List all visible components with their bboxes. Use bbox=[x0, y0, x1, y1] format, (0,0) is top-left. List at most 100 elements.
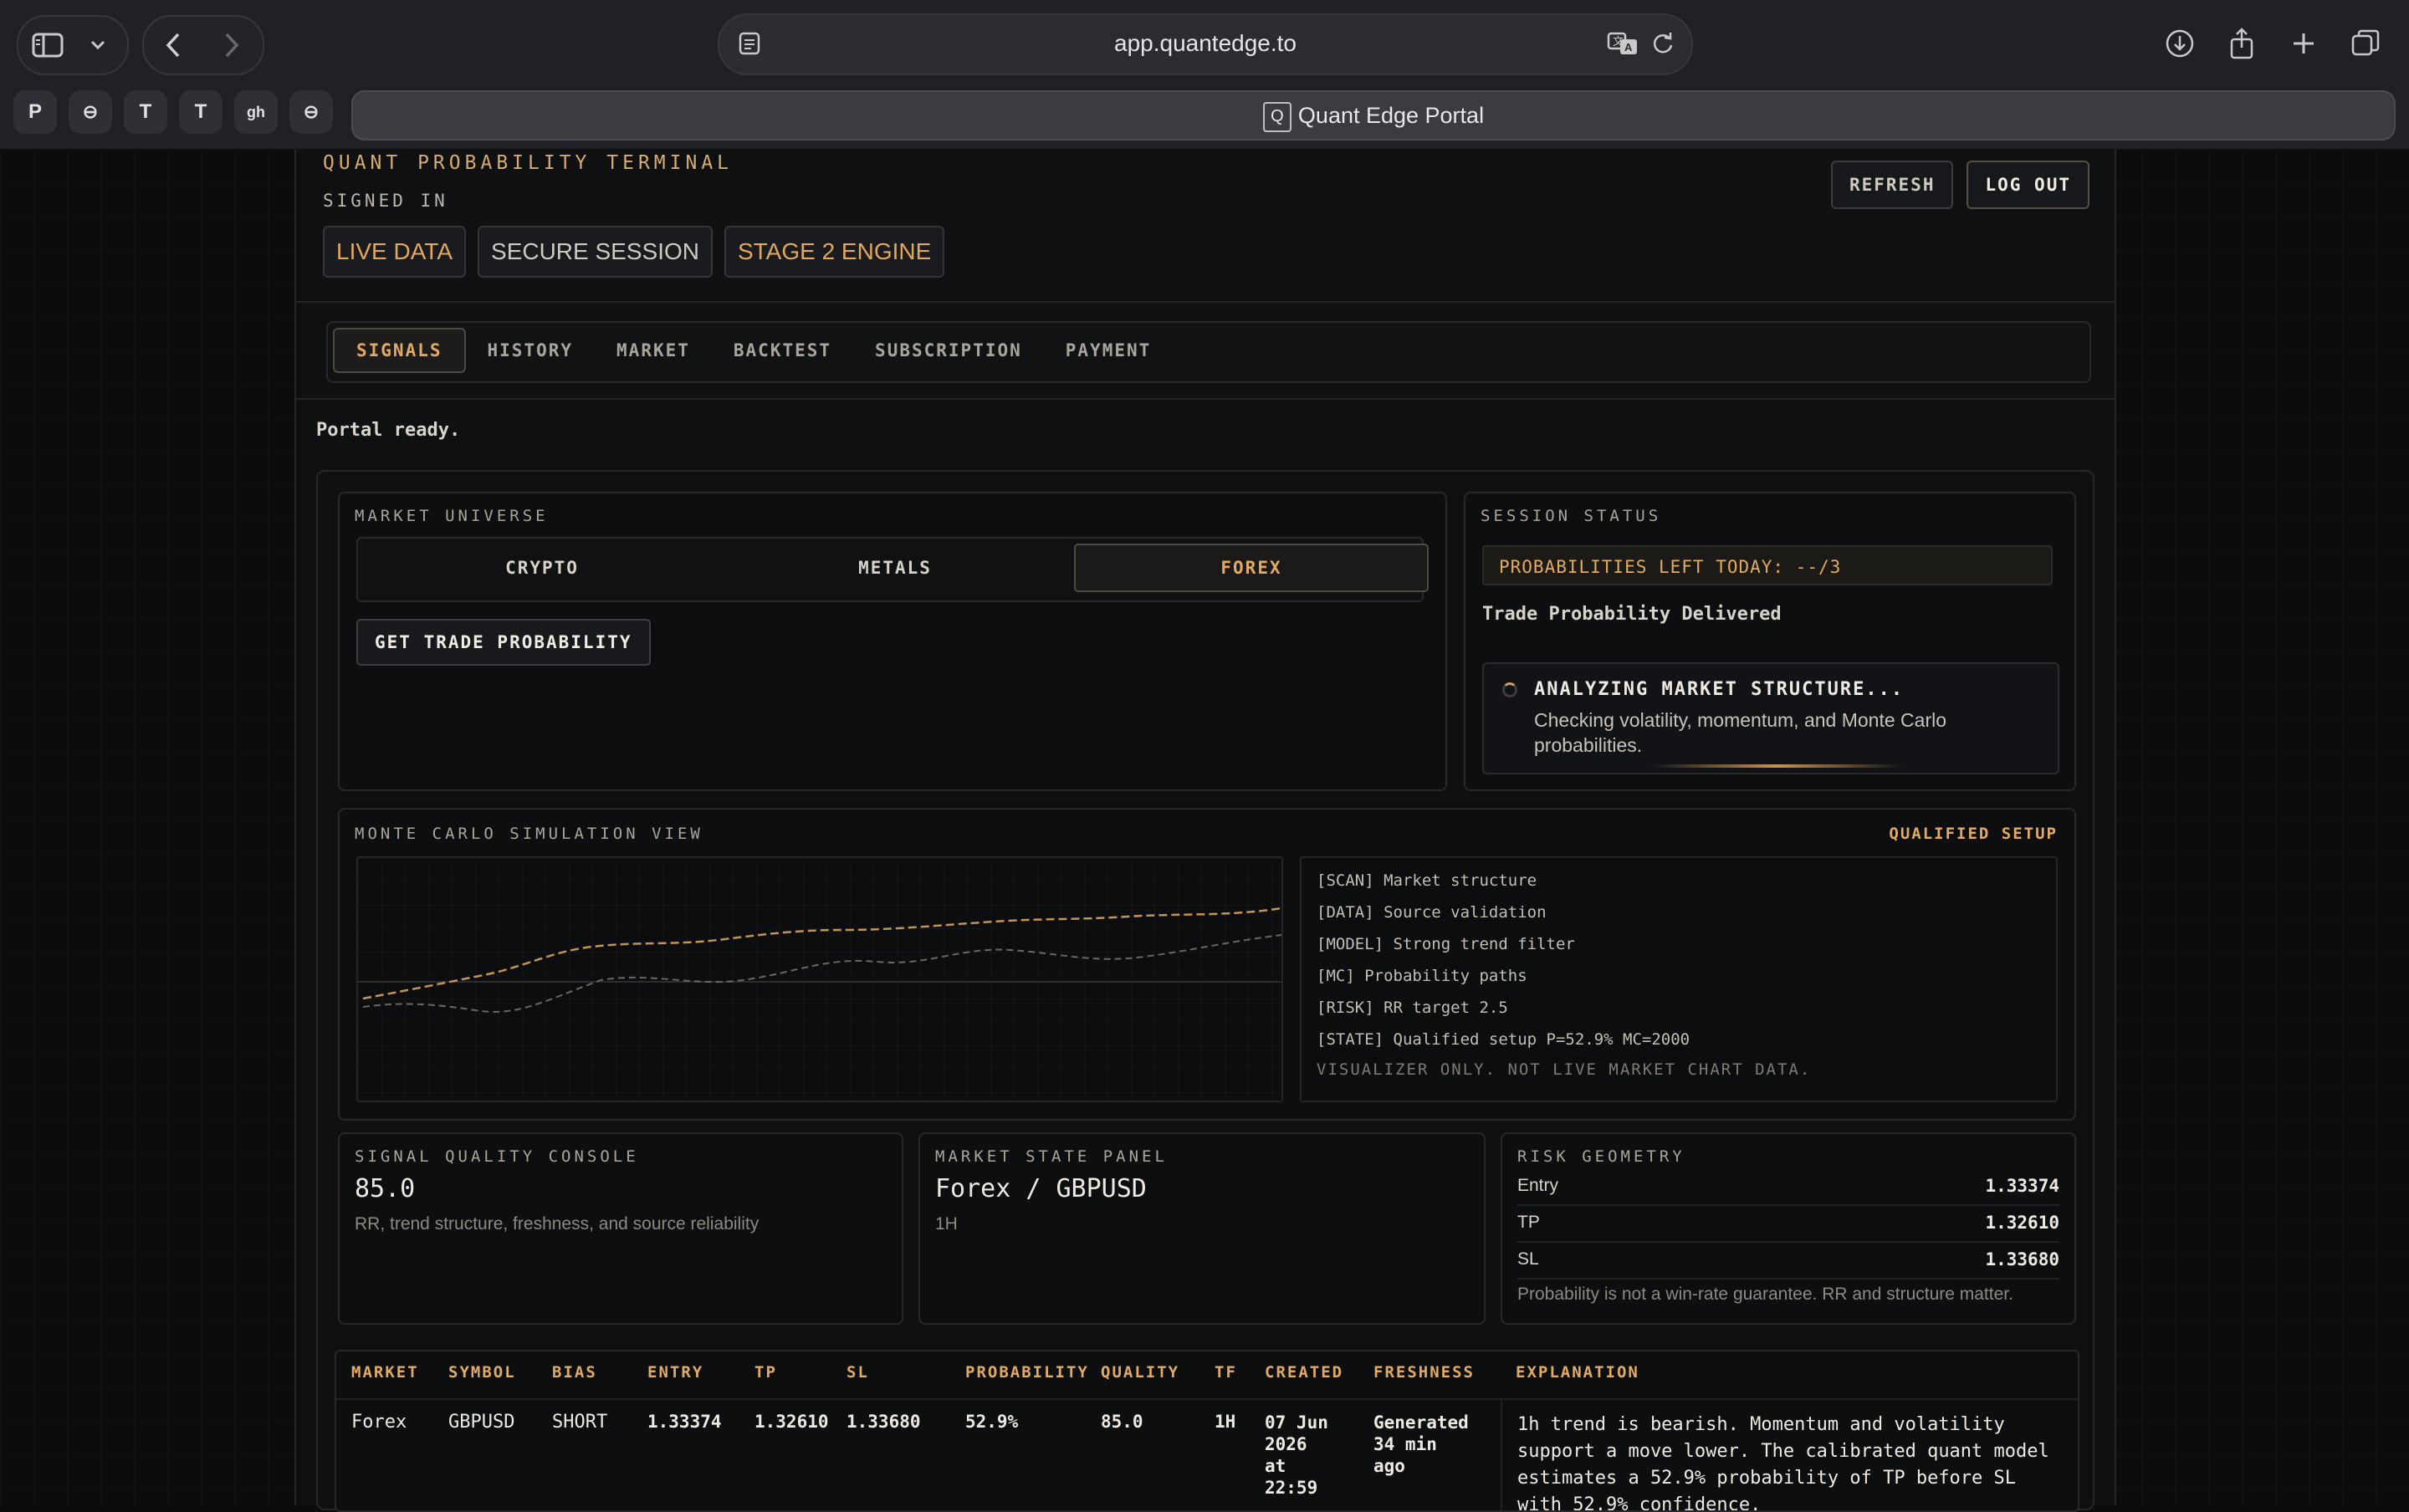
column-header: QUALITY bbox=[1101, 1363, 1180, 1382]
log-line: [STATE] Qualified setup P=52.9% MC=2000 bbox=[1317, 1030, 1690, 1049]
signal-quality-value: 85.0 bbox=[355, 1174, 416, 1203]
favorites-bar: P ⊖ T T gh ⊖ bbox=[13, 90, 333, 134]
freshness-line: ago bbox=[1373, 1456, 1405, 1476]
favorite-p-icon[interactable]: P bbox=[13, 90, 57, 134]
cell-entry: 1.33374 bbox=[647, 1412, 722, 1432]
url-text: app.quantedge.to bbox=[1114, 30, 1297, 56]
address-bar[interactable]: app.quantedge.to 文A bbox=[718, 13, 1693, 75]
logout-button[interactable]: LOG OUT bbox=[1967, 161, 2089, 209]
back-icon[interactable] bbox=[144, 18, 202, 72]
risk-key: TP bbox=[1517, 1213, 1540, 1232]
tab-market[interactable]: MARKET bbox=[595, 328, 712, 373]
get-trade-probability-button[interactable]: GET TRADE PROBABILITY bbox=[356, 619, 651, 666]
header-actions: REFRESH LOG OUT bbox=[1830, 161, 2089, 209]
favorite-circle-icon[interactable]: ⊖ bbox=[289, 90, 333, 134]
status-chips: LIVE DATA SECURE SESSION STAGE 2 ENGINE bbox=[323, 226, 945, 278]
risk-key: Entry bbox=[1517, 1176, 1559, 1195]
risk-row-sl: SL 1.33680 bbox=[1517, 1243, 2059, 1280]
risk-geometry-label: RISK GEOMETRY bbox=[1517, 1147, 1685, 1166]
chart-grid bbox=[358, 858, 1281, 1101]
cell-market: Forex bbox=[351, 1412, 407, 1433]
share-icon[interactable] bbox=[2220, 22, 2263, 65]
forward-icon[interactable] bbox=[202, 18, 261, 72]
nav-divider bbox=[296, 398, 2115, 400]
spinner-icon bbox=[1502, 682, 1517, 697]
download-icon[interactable] bbox=[2158, 22, 2202, 65]
created-at: at bbox=[1265, 1456, 1286, 1476]
sidebar-icon[interactable] bbox=[18, 18, 77, 72]
secure-session-chip: SECURE SESSION bbox=[478, 226, 713, 278]
simulation-svg bbox=[358, 858, 1281, 1101]
created-time: 22:59 bbox=[1265, 1478, 1318, 1498]
market-forex-option[interactable]: FOREX bbox=[1074, 544, 1429, 592]
tab-title: Q Quant Edge Portal bbox=[353, 102, 2394, 132]
header-divider bbox=[296, 301, 2115, 303]
cell-quality: 85.0 bbox=[1101, 1412, 1143, 1432]
column-header: SL bbox=[846, 1363, 869, 1382]
new-tab-icon[interactable] bbox=[2282, 22, 2325, 65]
market-metals-option[interactable]: METALS bbox=[719, 544, 1071, 592]
market-state-label: MARKET STATE PANEL bbox=[935, 1147, 1168, 1166]
created-date: 07 Jun bbox=[1265, 1412, 1328, 1433]
sidebar-toggle-group bbox=[17, 15, 129, 75]
freshness-line: 34 min bbox=[1373, 1434, 1437, 1454]
risk-geometry-panel: RISK GEOMETRY Entry 1.33374 TP 1.32610 S… bbox=[1501, 1132, 2076, 1325]
risk-row-entry: Entry 1.33374 bbox=[1517, 1169, 2059, 1206]
tab-overview-icon[interactable] bbox=[2344, 22, 2387, 65]
page-background: QUANT PROBABILITY TERMINAL SIGNED IN LIV… bbox=[0, 149, 2409, 1512]
column-header: TF bbox=[1215, 1363, 1237, 1382]
market-selector: CRYPTO METALS FOREX bbox=[356, 537, 1429, 602]
portal-status: Portal ready. bbox=[316, 420, 461, 441]
reload-icon[interactable] bbox=[1646, 28, 1680, 59]
market-universe-label: MARKET UNIVERSE bbox=[355, 507, 549, 525]
cell-symbol: GBPUSD bbox=[448, 1412, 515, 1433]
favorite-circle-icon[interactable]: ⊖ bbox=[69, 90, 112, 134]
cell-freshness: Generated 34 min ago bbox=[1373, 1412, 1469, 1477]
signals-table: MARKET SYMBOL BIAS ENTRY TP SL PROBABILI… bbox=[335, 1350, 2079, 1512]
cell-probability: 52.9% bbox=[965, 1412, 1019, 1432]
column-header: ENTRY bbox=[647, 1363, 704, 1382]
market-state-panel: MARKET STATE PANEL Forex / GBPUSD 1H bbox=[918, 1132, 1486, 1325]
browser-toolbar: app.quantedge.to 文A bbox=[0, 0, 2409, 87]
risk-value: 1.32610 bbox=[1985, 1213, 2059, 1233]
live-data-chip: LIVE DATA bbox=[323, 226, 467, 278]
progress-shimmer bbox=[1651, 764, 1902, 768]
cell-explanation: 1h trend is bearish. Momentum and volati… bbox=[1501, 1398, 2078, 1510]
market-universe-panel: MARKET UNIVERSE CRYPTO METALS FOREX GET … bbox=[338, 492, 1447, 791]
session-status-panel: SESSION STATUS PROBABILITIES LEFT TODAY:… bbox=[1464, 492, 2076, 791]
svg-text:A: A bbox=[1624, 41, 1633, 54]
tab-subscription[interactable]: SUBSCRIPTION bbox=[853, 328, 1044, 373]
signal-quality-description: RR, trend structure, freshness, and sour… bbox=[355, 1214, 760, 1234]
column-header: EXPLANATION bbox=[1516, 1363, 1639, 1382]
main-nav: SIGNALS HISTORY MARKET BACKTEST SUBSCRIP… bbox=[326, 321, 2091, 383]
column-header: SYMBOL bbox=[448, 1363, 516, 1382]
tab-history[interactable]: HISTORY bbox=[466, 328, 596, 373]
chevron-down-icon[interactable] bbox=[77, 18, 119, 72]
refresh-button[interactable]: REFRESH bbox=[1830, 161, 1954, 209]
column-header: BIAS bbox=[552, 1363, 597, 1382]
active-tab[interactable]: Q Quant Edge Portal bbox=[351, 90, 2396, 140]
cell-tp: 1.32610 bbox=[754, 1412, 829, 1432]
favorite-t-icon[interactable]: T bbox=[179, 90, 222, 134]
cell-tf: 1H bbox=[1215, 1412, 1236, 1432]
risk-value: 1.33680 bbox=[1985, 1249, 2059, 1269]
translate-icon[interactable]: 文A bbox=[1604, 28, 1641, 59]
analyzing-description: Checking volatility, momentum, and Monte… bbox=[1534, 709, 1947, 756]
signals-workspace: MARKET UNIVERSE CRYPTO METALS FOREX GET … bbox=[316, 470, 2094, 1512]
created-year: 2026 bbox=[1265, 1434, 1307, 1454]
tab-favicon-icon: Q bbox=[1262, 102, 1291, 132]
favorite-t-icon[interactable]: T bbox=[124, 90, 167, 134]
market-state-symbol: Forex / GBPUSD bbox=[935, 1174, 1147, 1203]
tab-payment[interactable]: PAYMENT bbox=[1044, 328, 1174, 373]
tab-backtest[interactable]: BACKTEST bbox=[712, 328, 853, 373]
stage-engine-chip: STAGE 2 ENGINE bbox=[724, 226, 945, 278]
qualified-setup-badge: QUALIFIED SETUP bbox=[1889, 825, 2058, 843]
signed-in-label: SIGNED IN bbox=[323, 191, 448, 211]
tab-signals[interactable]: SIGNALS bbox=[333, 328, 466, 373]
signal-quality-label: SIGNAL QUALITY CONSOLE bbox=[355, 1147, 639, 1166]
monte-carlo-panel: MONTE CARLO SIMULATION VIEW QUALIFIED SE… bbox=[338, 808, 2076, 1121]
github-icon[interactable]: gh bbox=[234, 90, 278, 134]
column-header: MARKET bbox=[351, 1363, 419, 1382]
terminal-title: QUANT PROBABILITY TERMINAL bbox=[323, 152, 734, 174]
market-crypto-option[interactable]: CRYPTO bbox=[366, 544, 718, 592]
